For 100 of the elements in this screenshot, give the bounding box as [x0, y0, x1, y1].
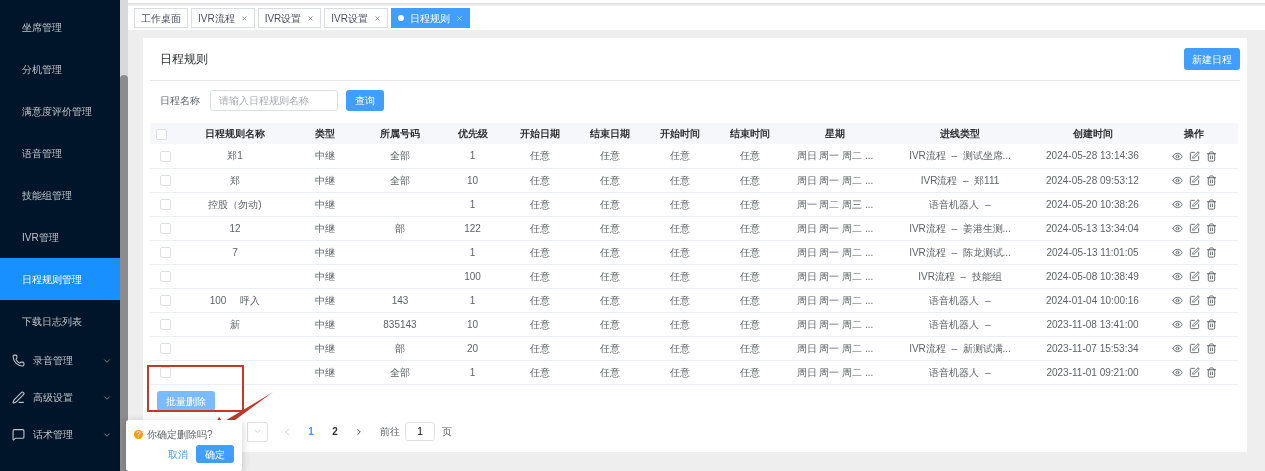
- delete-icon[interactable]: [1205, 223, 1217, 235]
- edit-icon[interactable]: [1188, 343, 1200, 355]
- goto-page-field[interactable]: 1: [405, 422, 435, 441]
- table-cell: 任意: [600, 246, 620, 258]
- view-icon[interactable]: [1171, 271, 1183, 283]
- table-cell: 任意: [670, 150, 690, 162]
- checkbox[interactable]: [160, 343, 171, 355]
- page-title: 日程规则: [160, 51, 208, 68]
- table-cell: 中继: [315, 246, 335, 258]
- sidebar-item[interactable]: 坐席管理: [0, 6, 120, 48]
- edit-icon[interactable]: [1188, 319, 1200, 331]
- delete-icon[interactable]: [1205, 367, 1217, 379]
- tab[interactable]: 工作桌面: [134, 8, 188, 28]
- table-cell: 任意: [740, 222, 760, 234]
- view-icon[interactable]: [1171, 295, 1183, 307]
- table-cell: 语音机器人 –: [929, 366, 991, 378]
- edit-icon[interactable]: [1188, 247, 1200, 259]
- sidebar-item[interactable]: 语音管理: [0, 132, 120, 174]
- checkbox[interactable]: [160, 223, 171, 235]
- view-icon[interactable]: [1171, 151, 1183, 163]
- view-icon[interactable]: [1171, 319, 1183, 331]
- table-cell: 2023-11-07 15:53:34: [1046, 342, 1139, 354]
- next-page-icon[interactable]: [354, 426, 364, 437]
- search-field[interactable]: 请输入日程规则名称: [210, 89, 338, 111]
- checkbox[interactable]: [156, 128, 167, 140]
- table-cell: IVR流程 – 姜港生测...: [909, 222, 1011, 234]
- sidebar-item[interactable]: 技能组管理: [0, 174, 120, 216]
- delete-icon[interactable]: [1205, 247, 1217, 259]
- sidebar-group[interactable]: 录音管理: [0, 342, 120, 379]
- table-cell: 12: [229, 222, 241, 234]
- delete-icon[interactable]: [1205, 319, 1217, 331]
- checkbox[interactable]: [160, 319, 171, 331]
- table-cell: 2024-05-13 11:01:05: [1046, 246, 1139, 258]
- table-cell: 任意: [740, 342, 760, 354]
- edit-icon[interactable]: [1188, 151, 1200, 163]
- goto-label: 前往: [380, 425, 400, 439]
- table-cell: 1: [469, 150, 476, 162]
- table-cell: 任意: [740, 294, 760, 306]
- edit-icon[interactable]: [1188, 199, 1200, 211]
- view-icon[interactable]: [1171, 343, 1183, 355]
- table-cell: 郑1: [227, 150, 243, 162]
- view-icon[interactable]: [1171, 175, 1183, 187]
- table-cell: 1: [469, 294, 476, 306]
- delete-icon[interactable]: [1205, 343, 1217, 355]
- checkbox[interactable]: [160, 175, 171, 187]
- table-cell: 周日 周一 周二 ...: [796, 270, 874, 282]
- table-cell: 任意: [670, 174, 690, 186]
- column-header: 创建时间: [1072, 128, 1113, 139]
- close-icon[interactable]: [374, 14, 381, 22]
- checkbox[interactable]: [160, 151, 171, 163]
- delete-icon[interactable]: [1205, 151, 1217, 163]
- table-cell: 任意: [670, 366, 690, 378]
- table-cell: 周日 周一 周二 ...: [796, 246, 874, 258]
- scrollbar-thumb[interactable]: [120, 75, 128, 471]
- checkbox[interactable]: [160, 247, 171, 259]
- delete-icon[interactable]: [1205, 271, 1217, 283]
- sidebar-item[interactable]: IVR管理: [0, 216, 120, 258]
- delete-icon[interactable]: [1205, 295, 1217, 307]
- table-cell: 周日 周一 周二 ...: [796, 294, 874, 306]
- close-icon[interactable]: [307, 14, 315, 22]
- edit-icon[interactable]: [1188, 271, 1200, 283]
- view-icon[interactable]: [1171, 367, 1183, 379]
- table-cell: 部: [395, 222, 405, 234]
- column-header: 结束日期: [590, 128, 630, 139]
- table-cell: 任意: [600, 318, 620, 330]
- table-cell: 任意: [530, 342, 550, 354]
- view-icon[interactable]: [1171, 199, 1183, 211]
- table-cell: 10: [466, 174, 479, 186]
- sidebar-item[interactable]: 满意度评价管理: [0, 90, 120, 132]
- view-icon[interactable]: [1171, 247, 1183, 259]
- tab[interactable]: IVR设置: [257, 8, 322, 28]
- delete-icon[interactable]: [1205, 175, 1217, 187]
- sidebar-item[interactable]: 下载日志列表: [0, 300, 120, 342]
- tab[interactable]: IVR流程: [191, 8, 255, 28]
- table-cell: 任意: [740, 174, 760, 186]
- checkbox[interactable]: [160, 295, 171, 307]
- edit-icon[interactable]: [1188, 175, 1200, 187]
- confirm-message: 你确定删除吗?: [147, 428, 213, 442]
- close-icon[interactable]: [240, 14, 248, 22]
- sidebar-group[interactable]: 话术管理: [0, 416, 120, 453]
- checkbox[interactable]: [160, 271, 171, 283]
- table-cell: 全部: [390, 366, 410, 378]
- page-number[interactable]: 2: [330, 424, 340, 439]
- sidebar-group[interactable]: 高级设置: [0, 379, 120, 416]
- checkbox[interactable]: [160, 199, 171, 211]
- view-icon[interactable]: [1171, 223, 1183, 235]
- table-cell: 中继: [315, 342, 335, 354]
- edit-icon[interactable]: [1188, 223, 1200, 235]
- edit-icon[interactable]: [1188, 367, 1200, 379]
- checkbox[interactable]: [160, 367, 171, 379]
- table-cell: 周日 周一 周二 ...: [796, 150, 874, 162]
- tab[interactable]: IVR设置: [324, 8, 388, 28]
- column-header: 开始时间: [660, 128, 700, 139]
- table-cell: 100: [464, 270, 481, 282]
- table-cell: IVR流程 – 新测试满...: [909, 342, 1011, 354]
- table-cell: 2024-01-04 10:00:16: [1046, 294, 1139, 306]
- sidebar-item[interactable]: 分机管理: [0, 48, 120, 90]
- delete-icon[interactable]: [1205, 199, 1217, 211]
- table-cell: IVR流程 – 陈龙测试...: [909, 246, 1011, 258]
- edit-icon[interactable]: [1188, 295, 1200, 307]
